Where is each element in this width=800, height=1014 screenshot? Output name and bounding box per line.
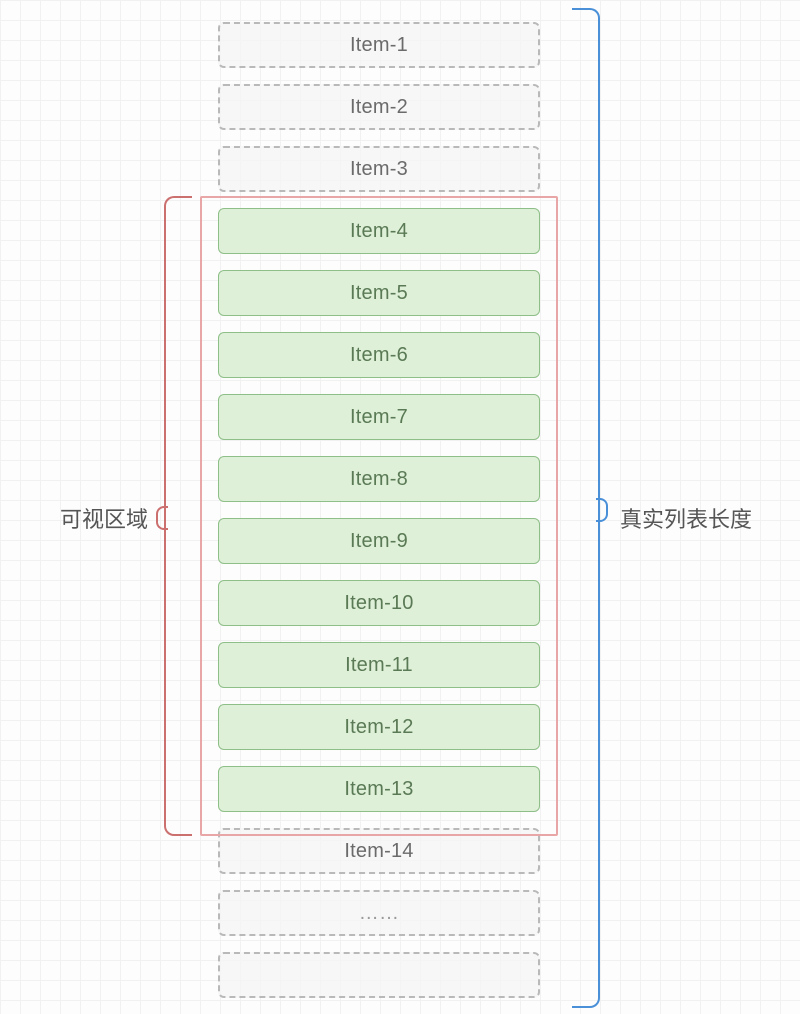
list-item-overflow [218, 952, 540, 998]
list-item-ellipsis: …… [218, 890, 540, 936]
list-item: Item-2 [218, 84, 540, 130]
label-visible-region: 可视区域 [28, 502, 148, 534]
list-item: Item-1 [218, 22, 540, 68]
brace-visible-region [164, 196, 192, 836]
list-item: Item-3 [218, 146, 540, 192]
diagram-stage: Item-1Item-2Item-3Item-4Item-5Item-6Item… [0, 0, 800, 1010]
viewport-rectangle [200, 196, 558, 836]
brace-full-list [572, 8, 600, 1008]
label-full-list: 真实列表长度 [620, 502, 800, 534]
